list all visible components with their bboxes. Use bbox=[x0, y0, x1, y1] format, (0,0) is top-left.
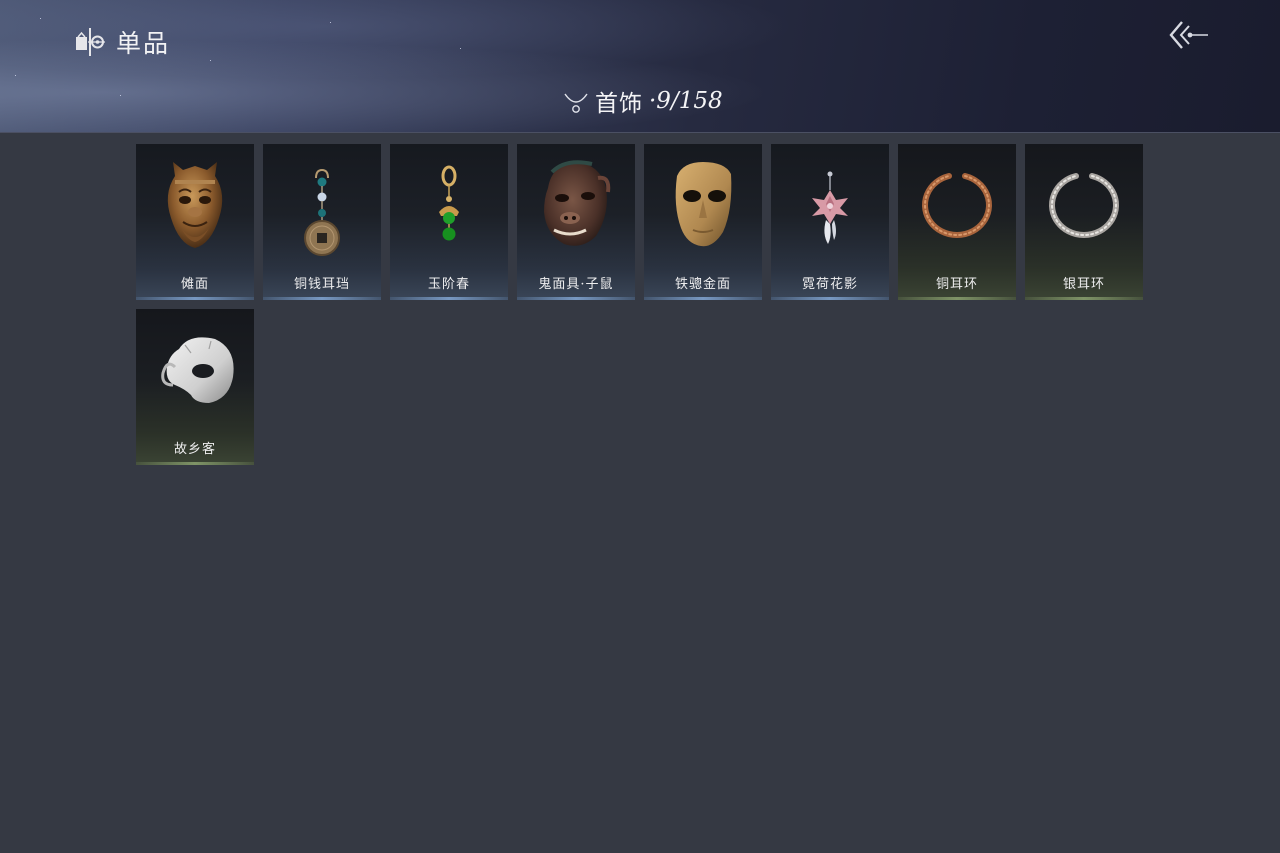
category-header: 首饰 ·9/158 bbox=[563, 84, 723, 118]
item-name: 铜钱耳珰 bbox=[293, 277, 350, 292]
rat-demon-mask-icon bbox=[544, 160, 611, 246]
item-card[interactable]: 玉阶春 bbox=[390, 144, 508, 300]
wardrobe-icon bbox=[76, 28, 105, 56]
star-decoration bbox=[330, 22, 331, 23]
star-decoration bbox=[120, 95, 121, 96]
item-name: 霓荷花影 bbox=[801, 277, 858, 292]
item-card[interactable]: 傩面 bbox=[136, 144, 254, 300]
star-decoration bbox=[460, 48, 461, 49]
bronze-beast-mask-icon bbox=[167, 162, 223, 248]
gold-face-mask-icon bbox=[675, 162, 732, 247]
top-banner: 单品 首饰 ·9/158 bbox=[0, 0, 1280, 133]
star-decoration bbox=[40, 18, 41, 19]
item-name: 傩面 bbox=[180, 277, 209, 292]
item-card[interactable]: 银耳环 bbox=[1025, 144, 1143, 300]
star-decoration bbox=[210, 60, 211, 61]
page-title-group: 单品 bbox=[74, 24, 170, 60]
item-card[interactable]: 铁骢金面 bbox=[644, 144, 762, 300]
double-chevron-left-icon bbox=[1169, 21, 1208, 49]
item-name: 银耳环 bbox=[1062, 277, 1105, 292]
coin-earring-icon bbox=[304, 168, 340, 256]
item-name: 铜耳环 bbox=[935, 277, 978, 292]
item-name: 故乡客 bbox=[173, 442, 216, 457]
item-grid: 傩面 铜钱耳珰 玉阶春 鬼面具·子鼠 铁骢金面 霓荷花影 铜耳环 银耳环 故乡客 bbox=[136, 144, 1144, 465]
jade-bead-earring-icon bbox=[439, 165, 459, 241]
item-count: ·9/158 bbox=[649, 88, 723, 114]
lotus-pendant-icon bbox=[812, 171, 848, 244]
copper-hoop-earring-icon bbox=[922, 173, 992, 239]
white-half-mask-icon bbox=[161, 337, 234, 403]
item-card[interactable]: 铜耳环 bbox=[898, 144, 1016, 300]
item-name: 铁骢金面 bbox=[674, 277, 731, 292]
item-name: 鬼面具·子鼠 bbox=[538, 277, 614, 292]
item-card[interactable]: 鬼面具·子鼠 bbox=[517, 144, 635, 300]
necklace-icon bbox=[564, 93, 588, 113]
silver-hoop-earring-icon bbox=[1049, 173, 1119, 239]
item-card[interactable]: 铜钱耳珰 bbox=[263, 144, 381, 300]
page-title: 单品 bbox=[116, 29, 171, 58]
item-card[interactable]: 霓荷花影 bbox=[771, 144, 889, 300]
category-name: 首饰 bbox=[595, 91, 643, 117]
item-card[interactable]: 故乡客 bbox=[136, 309, 254, 465]
item-name: 玉阶春 bbox=[427, 277, 470, 292]
star-decoration bbox=[15, 75, 16, 76]
back-button[interactable] bbox=[1166, 18, 1210, 52]
